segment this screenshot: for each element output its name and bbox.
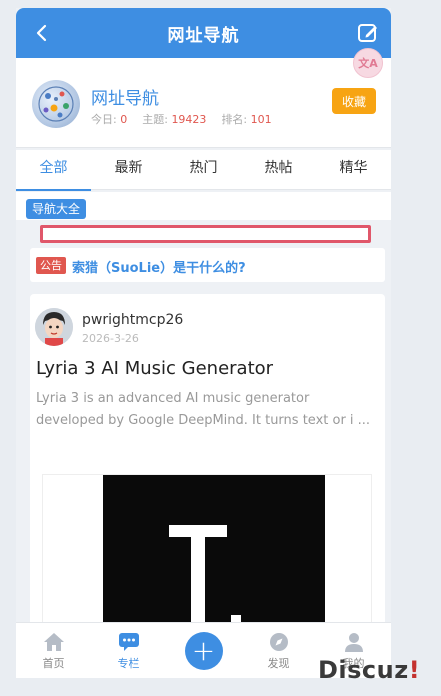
announcement-text[interactable]: 索猎（SuoLie）是干什么的? (72, 257, 246, 276)
tab-hot-threads[interactable]: 热帖 (241, 150, 316, 189)
tab-featured[interactable]: 精华 (316, 150, 391, 189)
post-card[interactable]: pwrightmcp26 2026-3-26 Lyria 3 AI Music … (30, 294, 385, 634)
discuz-watermark: Discuz! (318, 656, 420, 684)
tab-bar: 全部 最新 热门 热帖 精华 (16, 150, 391, 191)
nav-home-label: 首页 (42, 656, 65, 670)
app-screen: 网址导航 网址导航 今日: 0 主题: 19423 排名: 101 收藏 全部 … (16, 8, 391, 678)
plus-icon[interactable]: + (184, 631, 223, 670)
today-value: 0 (120, 113, 128, 126)
post-author[interactable]: pwrightmcp26 (82, 312, 183, 328)
post-image[interactable] (42, 474, 372, 634)
topics-label: 主题: (142, 113, 168, 126)
tab-all[interactable]: 全部 (16, 150, 91, 191)
subcategory-bar: 导航大全 (16, 192, 391, 220)
post-date: 2026-3-26 (82, 332, 139, 345)
nav-column-label: 专栏 (117, 656, 140, 670)
announcement-tag: 公告 (36, 257, 66, 274)
user-icon (343, 631, 365, 653)
nav-post[interactable]: + (166, 623, 241, 678)
announcement-bar[interactable]: 公告 索猎（SuoLie）是干什么的? (30, 248, 385, 282)
edit-icon (358, 24, 377, 42)
highlight-frame (40, 225, 371, 243)
nav-discover-label: 发现 (267, 656, 290, 670)
avatar[interactable] (35, 308, 73, 346)
post-title[interactable]: Lyria 3 AI Music Generator (36, 358, 273, 379)
favorite-button[interactable]: 收藏 (332, 88, 376, 114)
compass-icon (268, 631, 290, 653)
watermark-mark: ! (408, 656, 421, 684)
forum-logo (32, 80, 80, 128)
page-title: 网址导航 (167, 26, 240, 46)
nav-discover[interactable]: 发现 (241, 623, 316, 678)
tab-popular[interactable]: 热门 (166, 150, 241, 189)
nav-column[interactable]: 专栏 (91, 623, 166, 678)
top-bar: 网址导航 (16, 8, 391, 58)
topics-value: 19423 (171, 113, 207, 126)
forum-name[interactable]: 网址导航 (91, 84, 159, 109)
rank-label: 排名: (221, 113, 248, 126)
globe-icon (38, 86, 74, 122)
home-icon (43, 631, 65, 653)
compose-button[interactable] (355, 20, 381, 46)
post-excerpt: Lyria 3 is an advanced AI music generato… (36, 391, 371, 428)
today-label: 今日: (91, 113, 117, 126)
forum-stats: 今日: 0 主题: 19423 排名: 101 (91, 111, 272, 127)
chat-icon (118, 631, 140, 653)
watermark-text: Discuz (318, 656, 409, 684)
subcategory-chip[interactable]: 导航大全 (26, 199, 87, 219)
translate-icon[interactable]: 文A (353, 48, 383, 78)
rank-value: 101 (250, 113, 272, 126)
user-avatar-icon (35, 308, 73, 346)
tab-latest[interactable]: 最新 (91, 150, 166, 189)
forum-info-card: 网址导航 今日: 0 主题: 19423 排名: 101 收藏 (16, 58, 391, 148)
nav-home[interactable]: 首页 (16, 623, 91, 678)
lyria-logo-image (169, 525, 241, 634)
